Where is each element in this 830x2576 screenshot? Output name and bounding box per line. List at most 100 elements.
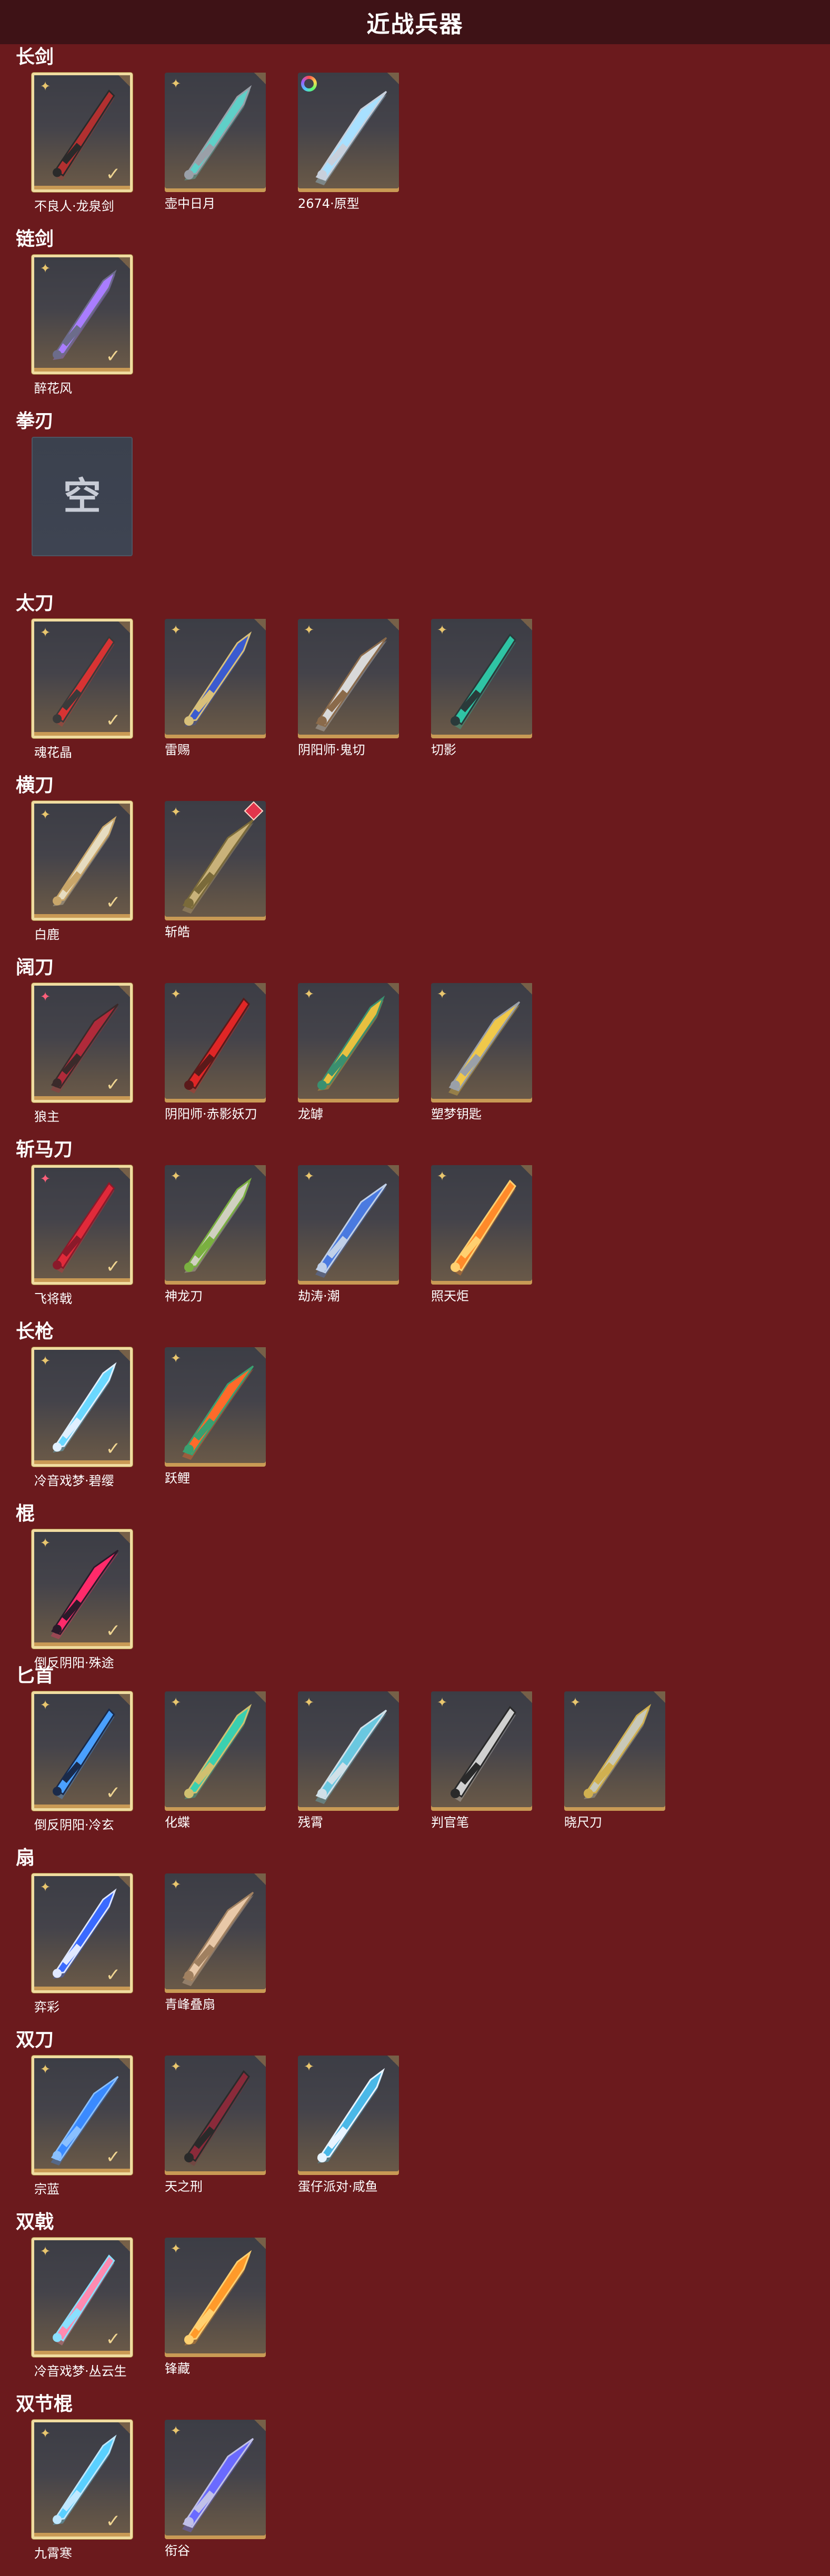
corner-tab-icon [118,2422,130,2434]
corner-tab-icon [118,804,130,815]
weapon-name: 跃鲤 [165,1471,190,1486]
weapon-card[interactable]: ✦ ✓ 狼主 [32,983,133,1124]
weapon-card[interactable]: ✦ ✓ 宗蓝 [32,2056,133,2197]
weapon-card[interactable]: ✦ 青峰叠扇 [165,1873,266,2012]
star-icon: ✦ [170,987,182,1001]
category-title: 长剑 [16,46,54,68]
weapon-card[interactable]: 2674·原型 [298,73,399,211]
weapon-card[interactable]: ✦ 残霄 [298,1691,399,1830]
weapon-name: 阴阳师·鬼切 [298,743,365,757]
weapon-name: 切影 [431,743,456,757]
owned-check-icon: ✓ [105,1256,121,1277]
corner-tab-icon [118,1876,130,1888]
owned-check-icon: ✓ [105,164,121,185]
weapon-card[interactable]: ✦ ✓ 魂花晶 [32,619,133,760]
weapon-name: 晓尺刀 [564,1815,602,1830]
weapon-name: 狼主 [34,1109,59,1124]
corner-tab-icon [254,1873,266,1885]
corner-tab-icon [118,986,130,997]
weapon-card[interactable]: ✦ 龙罅 [298,983,399,1121]
star-icon: ✦ [39,261,51,276]
corner-tab-icon [118,1350,130,1361]
star-icon: ✦ [170,1169,182,1184]
weapon-card[interactable]: ✦ 衔谷 [165,2420,266,2558]
red-star-icon: ✦ [39,1171,51,1186]
corner-tab-icon [254,73,266,84]
weapon-card[interactable]: ✦ 跃鲤 [165,1347,266,1486]
weapon-name: 判官笔 [431,1815,469,1830]
weapon-name: 龙罅 [298,1107,323,1121]
weapon-card[interactable]: ✦ 锋藏 [165,2238,266,2376]
weapon-card[interactable]: ✦ ✓ 醉花风 [32,255,133,396]
star-icon: ✦ [39,1698,51,1712]
weapon-card[interactable]: ✦ ✓ 倒反阴阳·殊途 [32,1529,133,1670]
weapon-card[interactable]: ✦ ✓ 冷音戏梦·碧缨 [32,1347,133,1488]
weapon-card[interactable]: ✦ ✓ 冷音戏梦·丛云生 [32,2238,133,2379]
corner-tab-icon [521,1165,532,1177]
weapon-name: 青峰叠扇 [165,1997,215,2012]
weapon-name: 残霄 [298,1815,323,1830]
weapon-name: 蛋仔派对·咸鱼 [298,2179,378,2194]
star-icon: ✦ [39,2244,51,2259]
corner-tab-icon [118,622,130,633]
corner-tab-icon [521,1691,532,1703]
star-icon: ✦ [170,623,182,637]
star-icon: ✦ [39,2062,51,2077]
star-icon: ✦ [436,1695,448,1710]
category-title: 匕首 [16,1665,54,1687]
star-icon: ✦ [39,1880,51,1895]
weapon-card[interactable]: ✦ ✓ 倒反阴阳·冷玄 [32,1691,133,1832]
weapon-name: 不良人·龙泉剑 [34,199,114,214]
corner-tab-icon [118,257,130,269]
weapon-card[interactable]: ✦ 判官笔 [431,1691,532,1830]
weapon-card[interactable]: ✦ 神龙刀 [165,1165,266,1304]
corner-tab-icon [387,73,399,84]
weapon-name: 九霄寒 [34,2546,72,2561]
weapon-card[interactable]: ✦ ✓ 不良人·龙泉剑 [32,73,133,214]
weapon-card[interactable]: ✦ 阴阳师·鬼切 [298,619,399,757]
corner-tab-icon [118,75,130,87]
owned-check-icon: ✓ [105,710,121,731]
star-icon: ✦ [170,2059,182,2074]
weapon-name: 醉花风 [34,381,72,396]
weapon-card[interactable]: ✦ ✓ 飞将戟 [32,1165,133,1306]
corner-tab-icon [118,1532,130,1543]
empty-weapon-slot[interactable]: 空 [32,437,133,556]
weapon-name: 壶中日月 [165,196,215,211]
weapon-card[interactable]: ✦ 阴阳师·赤影妖刀 [165,983,266,1121]
corner-tab-icon [118,1168,130,1179]
weapon-card[interactable]: ✦ 晓尺刀 [564,1691,665,1830]
category-title: 斩马刀 [16,1139,73,1160]
weapon-card[interactable]: ✦ ✓ 白鹿 [32,801,133,942]
weapon-card[interactable]: ✦ ✓ 九霄寒 [32,2420,133,2561]
weapon-card[interactable]: ✦ 蛋仔派对·咸鱼 [298,2056,399,2194]
weapon-name: 2674·原型 [298,196,359,211]
star-icon: ✦ [303,2059,315,2074]
star-icon: ✦ [569,1695,581,1710]
weapon-name: 斩皓 [165,925,190,939]
star-icon: ✦ [39,625,51,640]
weapon-card[interactable]: ✦ 壶中日月 [165,73,266,211]
weapon-card[interactable]: ✦ 化蝶 [165,1691,266,1830]
star-icon: ✦ [170,805,182,819]
weapon-name: 天之刑 [165,2179,203,2194]
weapon-card[interactable]: ✦ 照天炬 [431,1165,532,1304]
category-title: 链剑 [16,228,54,250]
star-icon: ✦ [170,2241,182,2256]
weapon-name: 魂花晶 [34,745,72,760]
star-icon: ✦ [39,79,51,94]
weapon-card[interactable]: ✦ ✓ 弈彩 [32,1873,133,2014]
owned-check-icon: ✓ [105,2511,121,2532]
weapon-card[interactable]: ✦ 劫涛·潮 [298,1165,399,1304]
weapon-name: 锋藏 [165,2361,190,2376]
weapon-name: 飞将戟 [34,1291,72,1306]
corner-tab-icon [254,2420,266,2431]
weapon-card[interactable]: ✦ 雷赐 [165,619,266,757]
weapon-card[interactable]: ✦ 塑梦钥匙 [431,983,532,1121]
weapon-card[interactable]: ✦ 切影 [431,619,532,757]
weapon-icon [315,91,387,186]
weapon-name: 阴阳师·赤影妖刀 [165,1107,257,1121]
weapon-card[interactable]: ✦ 斩皓 [165,801,266,939]
weapon-card[interactable]: ✦ 天之刑 [165,2056,266,2194]
category-title: 双节棍 [16,2393,73,2415]
